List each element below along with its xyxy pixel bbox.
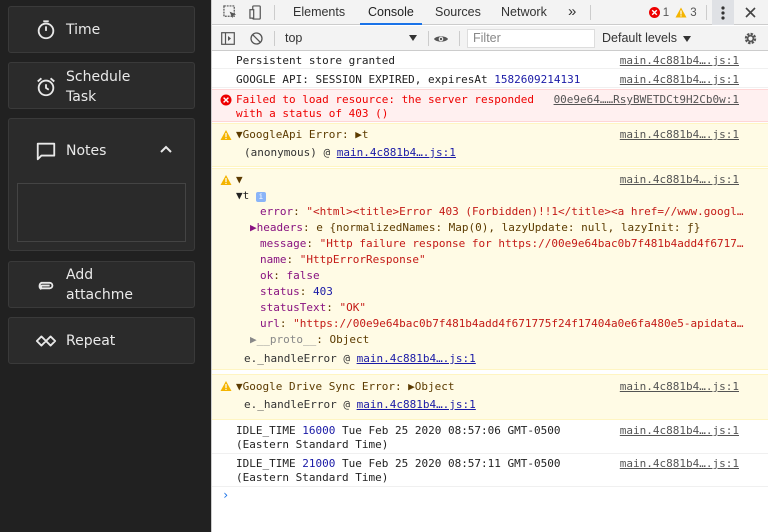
time-label: Time [66,22,101,38]
console-warning-message: ▼ main.4c881b4….js:1 ▼t i error: "<html>… [212,168,768,370]
console-message: IDLE_TIME 16000 Tue Feb 25 2020 08:57:06… [212,422,768,454]
console-toolbar: top Filter Default levels [212,26,768,51]
inspect-element-icon[interactable] [219,0,241,25]
source-link[interactable]: main.4c881b4….js:1 [620,457,739,471]
stack-link[interactable]: main.4c881b4….js:1 [357,352,476,365]
alarm-icon [37,77,55,97]
close-icon[interactable] [739,0,761,25]
error-text-line1: Failed to load resource: the server resp… [236,93,535,106]
warning-text[interactable]: ▼Google Drive Sync Error: ▶Object [236,380,455,394]
schedule-task-label: Schedule Task [66,69,131,105]
warning-count-badge[interactable]: 3 [675,0,697,25]
console-message: GOOGLE API: SESSION EXPIRED, expiresAt 1… [212,70,768,88]
tab-network[interactable]: Network [501,0,547,25]
default-levels-dropdown[interactable]: Default levels [602,26,691,51]
warning-icon [220,130,232,140]
chevron-up-icon[interactable] [159,144,173,154]
source-link[interactable]: main.4c881b4….js:1 [620,173,739,187]
console-messages: Persistent store granted main.4c881b4….j… [212,52,768,532]
add-attachment-label: Add attachme [66,267,133,303]
notes-textarea[interactable] [17,183,186,242]
schedule-task-item[interactable]: Schedule Task [8,62,195,109]
stack-link[interactable]: main.4c881b4….js:1 [357,398,476,411]
error-icon [220,94,232,106]
levels-label: Default levels [602,31,678,45]
console-message: Persistent store granted main.4c881b4….j… [212,52,768,69]
source-link[interactable]: main.4c881b4….js:1 [620,73,739,87]
filter-input[interactable]: Filter [467,29,595,48]
app-side-panel: Time Schedule Task Notes Add attachme Re… [0,0,211,532]
source-link[interactable]: 00e9e64……RsyBWETDCt9H2Cb0w:1 [554,93,739,107]
info-icon: i [255,192,266,202]
dropdown-arrow-icon [682,36,691,42]
more-tabs-button[interactable]: » [568,0,576,25]
warning-icon [675,7,687,18]
notes-label: Notes [66,143,107,159]
paperclip-icon [38,281,54,291]
add-attachment-item[interactable]: Add attachme [8,261,195,308]
repeat-label: Repeat [66,333,116,349]
console-warning-message: ▼Google Drive Sync Error: ▶Object e._han… [212,374,768,420]
tab-sources[interactable]: Sources [435,0,481,25]
repeat-item[interactable]: Repeat [8,317,195,364]
expand-headers[interactable]: ▶headers [250,221,303,234]
tab-elements[interactable]: Elements [293,0,345,25]
message-text: Persistent store granted [236,54,395,67]
repeat-icon [35,335,57,347]
stack-link[interactable]: main.4c881b4….js:1 [337,146,456,159]
time-item[interactable]: Time [8,6,195,53]
source-link[interactable]: main.4c881b4….js:1 [620,54,739,68]
notes-section: Notes [8,118,195,251]
warning-text[interactable]: ▼GoogleApi Error: ▶t [236,128,368,142]
message-text: GOOGLE API: SESSION EXPIRED, expiresAt [236,73,495,86]
console-error-message: Failed to load resource: the server resp… [212,89,768,122]
message-number: 1582609214131 [494,73,581,86]
object-name[interactable]: ▼t [236,189,249,202]
error-icon [648,7,660,18]
device-toolbar-icon[interactable] [245,0,267,25]
stack-frame: (anonymous) @ [244,146,337,159]
error-count-badge[interactable]: 1 [648,0,670,25]
notes-icon [36,142,56,161]
stack-frame: e._handleError @ [244,398,357,411]
console-message: IDLE_TIME 21000 Tue Feb 25 2020 08:57:11… [212,455,768,487]
kebab-menu-icon[interactable] [712,0,734,25]
expand-proto[interactable]: ▶__proto__ [250,333,316,346]
clear-console-icon[interactable] [245,26,267,51]
settings-gear-icon[interactable] [739,26,761,51]
sidebar-toggle-icon[interactable] [217,26,239,51]
error-text-line2: with a status of 403 () [236,107,389,120]
dropdown-arrow-icon [409,35,417,41]
devtools-panel: Elements Console Sources Network » 1 3 t… [211,0,768,532]
message-text: (Eastern Standard Time) [236,471,389,484]
stack-frame: e._handleError @ [244,352,357,365]
tab-console[interactable]: Console [360,0,422,25]
live-expression-eye-icon[interactable] [430,26,452,51]
source-link[interactable]: main.4c881b4….js:1 [620,128,739,142]
source-link[interactable]: main.4c881b4….js:1 [620,380,739,394]
expand-toggle[interactable]: ▼ [236,173,243,187]
warning-icon [220,381,232,391]
console-warning-message: ▼GoogleApi Error: ▶t (anonymous) @ main.… [212,123,768,167]
context-selector[interactable]: top [282,26,417,51]
message-text: (Eastern Standard Time) [236,438,389,451]
console-prompt[interactable]: › [222,488,229,502]
devtools-tabbar: Elements Console Sources Network » 1 3 [212,0,768,25]
timer-icon [37,20,55,40]
context-label: top [285,31,303,45]
warning-icon [220,175,232,185]
source-link[interactable]: main.4c881b4….js:1 [620,424,739,438]
